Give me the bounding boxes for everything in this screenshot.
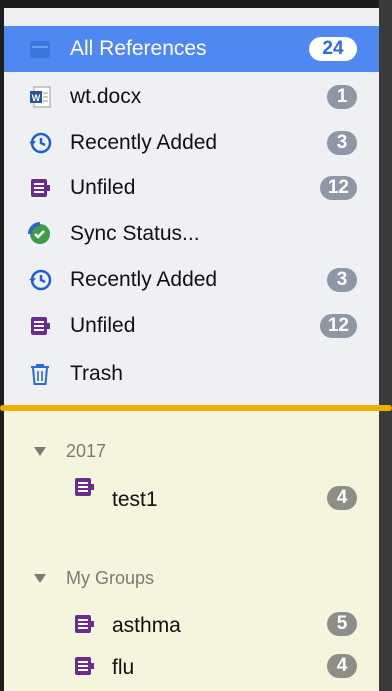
sidebar-item-label: All References <box>70 37 207 60</box>
sidebar-item-trash[interactable]: Trash <box>4 351 379 397</box>
count-badge: 5 <box>327 612 357 636</box>
groups-panel: 2017 test1 4 My Groups asthma 5 flu 4 <box>4 411 379 691</box>
disclosure-triangle-icon[interactable] <box>34 447 46 456</box>
disclosure-triangle-icon[interactable] <box>34 574 46 583</box>
group-header-label: 2017 <box>66 441 107 461</box>
sidebar-item-label: Recently Added <box>70 131 218 154</box>
sidebar-item-sync-status[interactable]: Sync Status... <box>4 211 379 257</box>
group-item-label: flu <box>112 656 135 679</box>
sidebar-item-label: Recently Added <box>70 268 218 291</box>
group-item-label: asthma <box>112 614 181 637</box>
clock-icon <box>28 268 52 292</box>
clock-icon <box>28 131 52 155</box>
group-header-label: My Groups <box>66 568 155 588</box>
word-doc-icon: W <box>28 85 52 109</box>
count-badge: 12 <box>319 176 357 200</box>
sidebar-item-label: Sync Status... <box>70 222 200 245</box>
group-item-flu[interactable]: flu 4 <box>4 643 379 689</box>
sidebar-item-label: Trash <box>70 362 123 385</box>
group-item-label: test1 <box>112 488 158 511</box>
group-header-my-groups[interactable]: My Groups <box>34 568 154 589</box>
sidebar-item-recently-added-2[interactable]: Recently Added 3 <box>4 257 379 303</box>
sidebar-item-recently-added[interactable]: Recently Added 3 <box>4 120 379 166</box>
sidebar-item-label: Unfiled <box>70 314 136 337</box>
count-badge: 24 <box>309 37 357 61</box>
app-window: All References 24 W wt.docx 1 Recently A… <box>0 0 392 691</box>
count-badge: 3 <box>327 131 357 155</box>
count-badge: 12 <box>319 314 357 338</box>
count-badge: 3 <box>327 268 357 292</box>
svg-text:W: W <box>32 93 41 103</box>
sidebar-item-label: Unfiled <box>70 176 136 199</box>
sync-check-icon <box>28 222 52 246</box>
group-list-icon <box>72 654 96 678</box>
trash-icon <box>28 362 52 386</box>
sidebar-item-unfiled-2[interactable]: Unfiled 12 <box>4 303 379 349</box>
group-item-asthma[interactable]: asthma 5 <box>4 601 379 647</box>
group-list-icon <box>72 475 96 499</box>
window-right-edge <box>379 0 392 691</box>
group-list-icon <box>72 612 96 636</box>
library-icon <box>28 37 52 61</box>
sidebar-item-wt-docx[interactable]: W wt.docx 1 <box>4 74 379 120</box>
sidebar-item-label: wt.docx <box>70 85 142 108</box>
unfiled-icon <box>28 176 52 200</box>
count-badge: 4 <box>327 654 357 678</box>
count-badge: 4 <box>327 486 357 510</box>
sidebar-item-all-references[interactable]: All References 24 <box>4 26 379 72</box>
references-sidebar: All References 24 W wt.docx 1 Recently A… <box>4 8 379 411</box>
window-top-edge <box>0 0 392 8</box>
count-badge: 1 <box>327 85 357 109</box>
group-item-test1[interactable]: test1 4 <box>4 475 379 521</box>
group-header-2017[interactable]: 2017 <box>34 441 106 462</box>
unfiled-icon <box>28 314 52 338</box>
sidebar-item-unfiled[interactable]: Unfiled 12 <box>4 165 379 211</box>
